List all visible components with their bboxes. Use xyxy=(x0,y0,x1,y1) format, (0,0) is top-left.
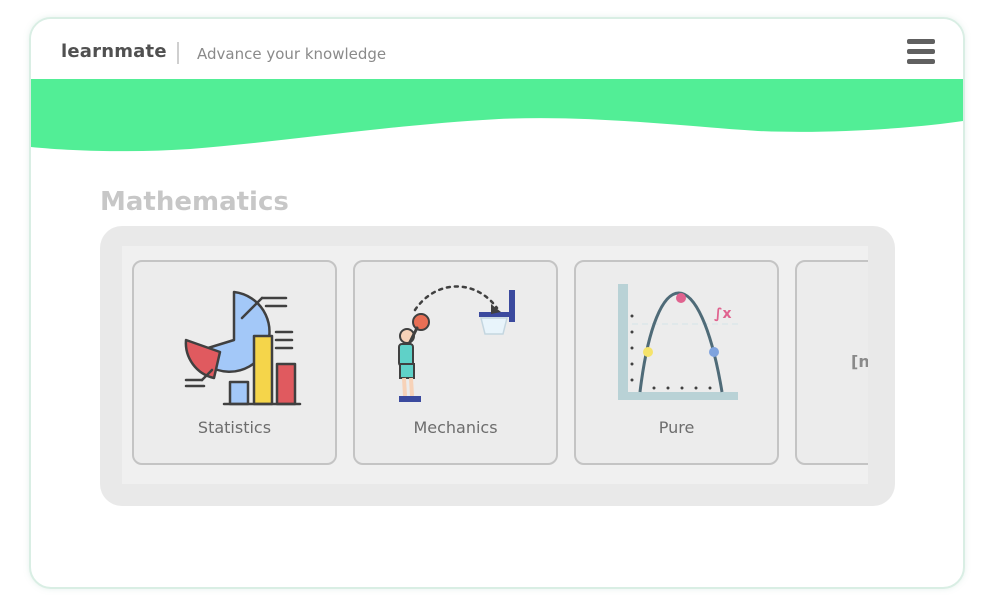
course-card-label: [n xyxy=(851,352,868,371)
course-carousel: Statistics Mechanics ∫x Pure [n xyxy=(100,226,895,506)
statistics-chart-icon xyxy=(184,290,302,406)
carousel-track[interactable]: Statistics Mechanics ∫x Pure [n xyxy=(122,246,868,484)
course-card-statistics[interactable]: Statistics xyxy=(132,260,337,465)
svg-text:∫x: ∫x xyxy=(714,306,732,322)
brand-logo[interactable]: learnmate xyxy=(61,41,167,62)
hamburger-menu-icon[interactable] xyxy=(907,39,935,65)
course-card-pure[interactable]: ∫x Pure xyxy=(574,260,779,465)
tagline: Advance your knowledge xyxy=(197,45,387,63)
course-card-mechanics[interactable]: Mechanics xyxy=(353,260,558,465)
course-card-label: Pure xyxy=(658,418,695,437)
header-divider xyxy=(177,42,179,64)
parabola-graph-icon: ∫x xyxy=(618,284,740,400)
wave-banner xyxy=(31,79,963,152)
app-window: learnmate Advance your knowledge Mathema… xyxy=(29,17,965,589)
basketball-player-icon xyxy=(398,285,515,402)
section-title: Mathematics xyxy=(100,187,289,217)
course-card-partial[interactable]: [n xyxy=(795,260,868,465)
course-card-label: Mechanics xyxy=(413,418,498,437)
header: learnmate Advance your knowledge xyxy=(31,19,963,81)
course-card-label: Statistics xyxy=(197,418,272,437)
